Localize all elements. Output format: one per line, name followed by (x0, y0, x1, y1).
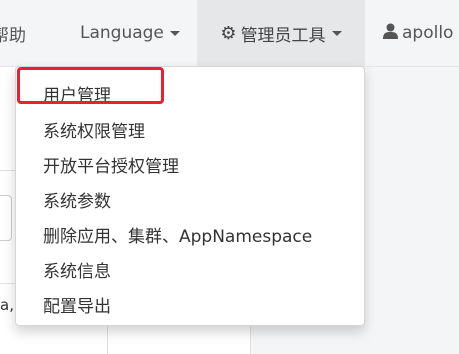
admin-tools-menu: 用户管理 系统权限管理 开放平台授权管理 系统参数 删除应用、集群、AppNam… (15, 66, 365, 326)
menu-item-delete-app-cluster-namespace[interactable]: 删除应用、集群、AppNamespace (43, 222, 312, 247)
nav-help[interactable]: 帮助 (0, 0, 26, 66)
caret-down-icon (169, 30, 180, 36)
top-navbar: 帮助 Language ⚙ 管理员工具 apollo (0, 0, 459, 67)
menu-item-system-info[interactable]: 系统信息 (43, 257, 111, 282)
caret-down-icon (331, 30, 342, 36)
nav-user-dropdown[interactable]: apollo (383, 0, 453, 66)
menu-item-system-permissions[interactable]: 系统权限管理 (43, 117, 145, 142)
nav-admin-tools-dropdown[interactable]: ⚙ 管理员工具 (197, 0, 365, 66)
highlight-annotation (17, 67, 164, 104)
nav-user-label: apollo (402, 23, 454, 43)
user-icon-svg (383, 23, 398, 39)
background-text: a, (0, 296, 14, 314)
nav-language-label: Language (80, 23, 164, 43)
gear-icon: ⚙ (220, 22, 237, 44)
user-icon (383, 23, 398, 44)
menu-item-system-params[interactable]: 系统参数 (43, 187, 111, 212)
nav-language-dropdown[interactable]: Language (80, 0, 180, 66)
nav-admin-tools-label: 管理员工具 (240, 25, 326, 46)
nav-help-label: 帮助 (0, 25, 26, 46)
menu-item-config-export[interactable]: 配置导出 (43, 292, 111, 317)
menu-item-open-platform-auth[interactable]: 开放平台授权管理 (43, 152, 179, 177)
input-field[interactable] (0, 195, 12, 241)
